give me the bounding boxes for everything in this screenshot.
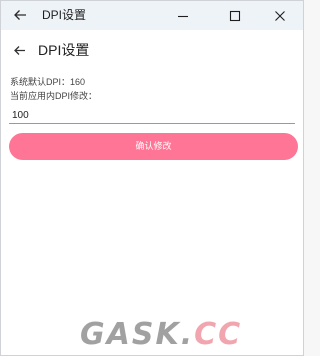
- default-dpi-value: 160: [70, 77, 86, 87]
- back-button[interactable]: [10, 41, 28, 59]
- dpi-input[interactable]: [9, 107, 295, 124]
- window-back-button[interactable]: [11, 6, 29, 24]
- app-bar: DPI设置: [1, 30, 303, 72]
- window-title: DPI设置: [42, 8, 87, 22]
- minimize-button[interactable]: [165, 1, 200, 30]
- current-dpi-label: 当前应用内DPI修改：: [10, 91, 98, 101]
- minimize-icon: [177, 15, 188, 17]
- default-dpi-label: 系统默认DPI：: [10, 77, 71, 87]
- close-button[interactable]: [262, 1, 297, 30]
- title-bar: DPI设置: [1, 1, 303, 30]
- app-window: DPI设置 DPI设置 系统默认DPI：160 当前应用内DPI修改： 确认修改: [0, 0, 304, 356]
- maximize-button[interactable]: [217, 1, 252, 30]
- watermark-part2: CC: [194, 317, 243, 352]
- watermark-part1: GASK.: [80, 317, 195, 352]
- default-dpi-text: 系统默认DPI：160: [10, 77, 85, 88]
- watermark: GASK.CC: [80, 317, 250, 355]
- arrow-left-icon: [13, 45, 25, 55]
- maximize-icon: [229, 10, 240, 21]
- arrow-left-icon: [14, 10, 26, 20]
- close-icon: [274, 10, 285, 21]
- confirm-button[interactable]: 确认修改: [9, 133, 298, 160]
- page-title: DPI设置: [38, 42, 90, 58]
